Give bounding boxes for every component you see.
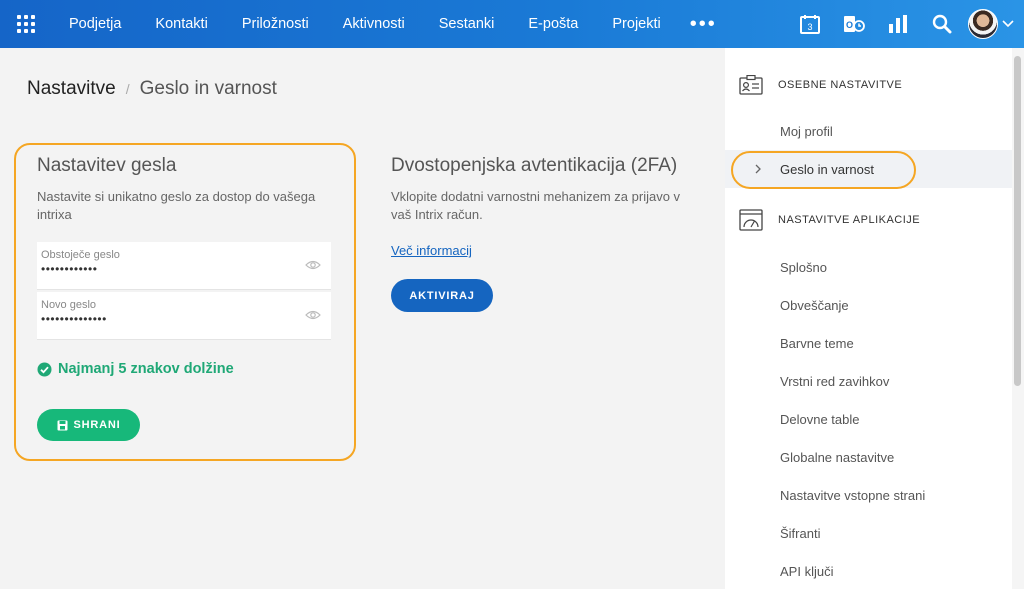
sidebar-item-moj-profil[interactable]: Moj profil bbox=[780, 124, 833, 139]
two-factor-title: Dvostopenjska avtentikacija (2FA) bbox=[391, 155, 678, 176]
nav-item-sestanki[interactable]: Sestanki bbox=[422, 0, 512, 48]
outlook-sync-icon[interactable]: O bbox=[832, 0, 876, 48]
new-password-label: Novo geslo bbox=[41, 299, 97, 311]
breadcrumb-current: Geslo in varnost bbox=[139, 78, 277, 99]
two-factor-description: Vklopite dodatni varnostni mehanizem za … bbox=[391, 189, 681, 222]
svg-text:O: O bbox=[846, 20, 853, 30]
avatar bbox=[968, 9, 998, 39]
app-launcher-icon[interactable] bbox=[0, 0, 52, 48]
nav-item-eposta[interactable]: E-pošta bbox=[511, 0, 595, 48]
top-navigation-bar: Podjetja Kontakti Priložnosti Aktivnosti… bbox=[0, 0, 1024, 48]
current-password-label: Obstoječe geslo bbox=[41, 249, 120, 261]
sidebar-item-nastavitve-vstopne-strani[interactable]: Nastavitve vstopne strani bbox=[780, 488, 925, 503]
password-card-description: Nastavite si unikatno geslo za dostop do… bbox=[37, 189, 316, 222]
breadcrumb: Nastavitve / Geslo in varnost bbox=[27, 78, 277, 100]
password-card-title: Nastavitev gesla bbox=[37, 155, 177, 176]
search-icon[interactable] bbox=[920, 0, 964, 48]
dashboard-gauge-icon bbox=[739, 209, 763, 236]
personal-settings-header: OSEBNE NASTAVITVE bbox=[778, 79, 903, 91]
floppy-disk-icon bbox=[57, 420, 68, 430]
id-card-icon bbox=[739, 74, 763, 100]
eye-icon[interactable] bbox=[305, 308, 321, 326]
eye-icon[interactable] bbox=[305, 258, 321, 276]
sidebar-item-obvescanje[interactable]: Obveščanje bbox=[780, 298, 849, 313]
settings-sidebar: OSEBNE NASTAVITVE Moj profil Geslo in va… bbox=[725, 48, 1012, 589]
nav-item-podjetja[interactable]: Podjetja bbox=[52, 0, 138, 48]
calendar-icon[interactable]: 3 bbox=[788, 0, 832, 48]
sidebar-item-globalne-nastavitve[interactable]: Globalne nastavitve bbox=[780, 450, 894, 465]
chevron-down-icon[interactable] bbox=[1002, 20, 1024, 28]
sidebar-item-delovne-table[interactable]: Delovne table bbox=[780, 412, 860, 427]
nav-item-kontakti[interactable]: Kontakti bbox=[138, 0, 224, 48]
new-password-input[interactable] bbox=[41, 312, 281, 326]
current-password-input[interactable] bbox=[41, 262, 281, 276]
more-info-link[interactable]: Več informacij bbox=[391, 243, 472, 258]
current-password-field[interactable]: Obstoječe geslo bbox=[37, 242, 331, 290]
user-avatar[interactable] bbox=[964, 0, 1002, 48]
check-circle-icon bbox=[37, 362, 52, 376]
sidebar-active-highlight bbox=[731, 151, 916, 189]
password-rule-text: Najmanj 5 znakov dolžine bbox=[58, 361, 234, 377]
nav-item-projekti[interactable]: Projekti bbox=[595, 0, 677, 48]
nav-item-aktivnosti[interactable]: Aktivnosti bbox=[326, 0, 422, 48]
breadcrumb-separator: / bbox=[125, 81, 130, 97]
scrollbar-thumb[interactable] bbox=[1014, 56, 1021, 386]
password-rule: Najmanj 5 znakov dolžine bbox=[37, 361, 234, 377]
sidebar-item-splosno[interactable]: Splošno bbox=[780, 260, 827, 275]
nav-item-priloznosti[interactable]: Priložnosti bbox=[225, 0, 326, 48]
sidebar-item-sifranti[interactable]: Šifranti bbox=[780, 526, 820, 541]
sidebar-item-vrstni-red-zavihkov[interactable]: Vrstni red zavihkov bbox=[780, 374, 889, 389]
sidebar-item-barvne-teme[interactable]: Barvne teme bbox=[780, 336, 854, 351]
more-menu-icon[interactable]: ••• bbox=[678, 0, 729, 48]
breadcrumb-root[interactable]: Nastavitve bbox=[27, 78, 116, 100]
sidebar-item-api-kljuci[interactable]: API ključi bbox=[780, 564, 833, 579]
save-button[interactable]: SHRANI bbox=[37, 409, 140, 441]
new-password-field[interactable]: Novo geslo bbox=[37, 292, 331, 340]
sidebar-scrollbar[interactable] bbox=[1012, 48, 1024, 589]
calendar-day-text: 3 bbox=[807, 22, 812, 32]
save-button-label: SHRANI bbox=[73, 419, 121, 431]
reports-chart-icon[interactable] bbox=[876, 0, 920, 48]
app-settings-header: NASTAVITVE APLIKACIJE bbox=[778, 214, 921, 226]
activate-button[interactable]: AKTIVIRAJ bbox=[391, 279, 493, 312]
